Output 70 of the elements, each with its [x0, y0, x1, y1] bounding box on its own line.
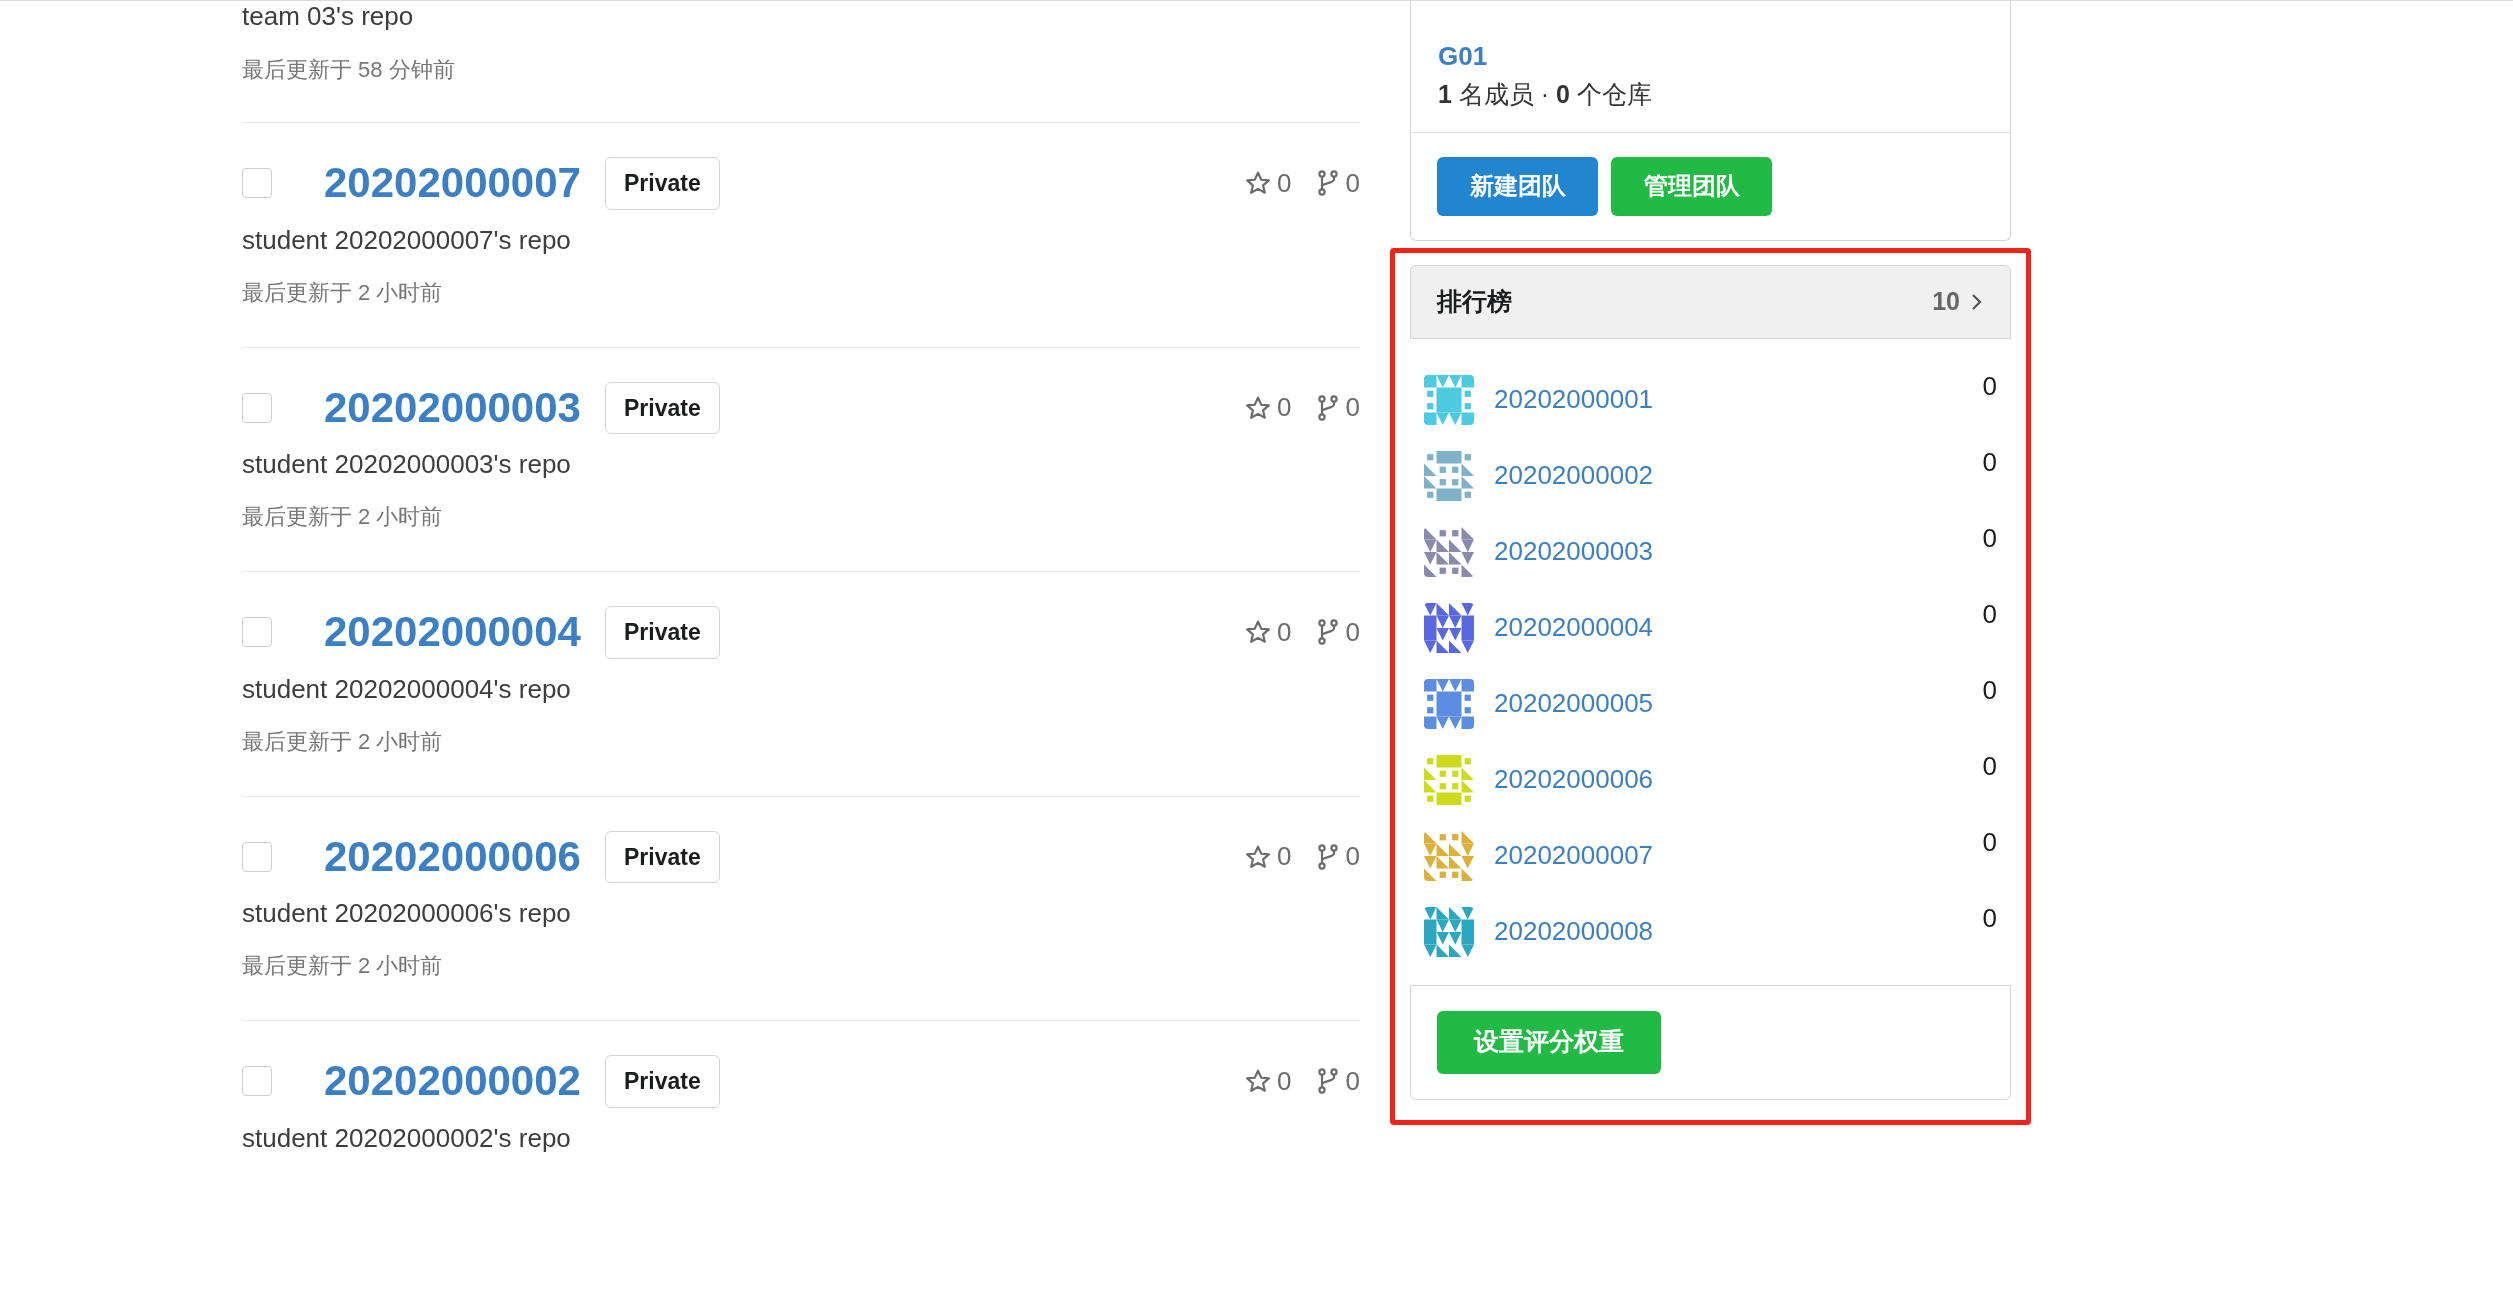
updated-time: 最后更新于 58 分钟前 [242, 56, 456, 84]
member-score: 0 [1982, 901, 1997, 935]
fork-count: 0 [1345, 391, 1360, 425]
checkbox[interactable] [242, 1066, 272, 1097]
member-link[interactable]: 20202000005 [1494, 684, 1654, 723]
fork-count: 0 [1345, 166, 1360, 200]
member-score: 0 [1982, 369, 1997, 403]
fork-count: 0 [1345, 1064, 1360, 1098]
repo-description: team 03's repo [242, 1, 415, 31]
repo-name-link[interactable]: 20202000007 [324, 162, 581, 205]
member-link[interactable]: 20202000007 [1494, 836, 1654, 875]
repo-description: student 20202000006's repo [242, 897, 572, 929]
fork-icon [1315, 843, 1340, 870]
member-link[interactable]: 20202000002 [1494, 456, 1654, 495]
team-summary: 1 名成员 · 0 个仓库 [1438, 79, 1653, 110]
star-icon [1245, 619, 1272, 646]
star-icon [1245, 1068, 1272, 1095]
member-link[interactable]: 20202000006 [1494, 760, 1654, 799]
checkbox[interactable] [242, 841, 272, 872]
fork-icon [1315, 619, 1340, 646]
team-button[interactable]: 新建团队 [1437, 156, 1598, 216]
member-link[interactable]: 20202000004 [1494, 608, 1654, 647]
updated-time: 最后更新于 2 小时前 [242, 952, 444, 980]
checkbox[interactable] [242, 392, 272, 423]
visibility-label: Private [604, 157, 720, 210]
checkbox[interactable] [242, 617, 272, 648]
visibility-label: Private [604, 606, 720, 659]
visibility-label: Private [604, 830, 720, 883]
star-icon [1245, 843, 1272, 870]
star-count: 0 [1277, 166, 1292, 200]
star-icon [1245, 170, 1272, 197]
member-score: 0 [1982, 597, 1997, 631]
updated-time: 最后更新于 2 小时前 [242, 278, 444, 307]
star-count: 0 [1277, 615, 1292, 649]
repo-description: student 20202000003's repo [242, 448, 572, 480]
fork-count: 0 [1345, 840, 1360, 874]
member-score: 0 [1982, 825, 1997, 859]
repo-name-link[interactable]: 20202000002 [324, 1060, 581, 1103]
fork-icon [1315, 170, 1340, 197]
member-link[interactable]: 20202000001 [1494, 380, 1654, 419]
repo-name-link[interactable]: 20202000004 [324, 611, 581, 654]
repo-description: student 20202000004's repo [242, 672, 572, 705]
member-score: 0 [1982, 521, 1997, 555]
team-button[interactable]: 管理团队 [1611, 156, 1772, 216]
updated-time: 最后更新于 2 小时前 [242, 503, 444, 531]
set-weights-button[interactable]: 设置评分权重 [1437, 1010, 1661, 1074]
updated-time: 最后更新于 2 小时前 [242, 727, 444, 756]
star-count: 0 [1277, 840, 1292, 874]
member-score: 0 [1982, 749, 1997, 783]
chevron-right-icon [1970, 291, 1984, 312]
repo-name-link[interactable]: 20202000003 [324, 386, 581, 429]
member-link[interactable]: 20202000008 [1494, 912, 1654, 951]
repo-description: student 20202000002's repo [242, 1121, 572, 1154]
team-name-link[interactable]: G01 [1438, 37, 1983, 76]
leaderboard-count-link[interactable]: 10 [1932, 282, 1984, 321]
star-count: 0 [1277, 391, 1292, 425]
fork-count: 0 [1345, 615, 1360, 649]
member-link[interactable]: 20202000003 [1494, 532, 1654, 571]
checkbox[interactable] [242, 168, 272, 199]
fork-icon [1315, 394, 1340, 421]
star-count: 0 [1277, 1064, 1292, 1098]
fork-icon [1315, 1068, 1340, 1095]
leaderboard-title: 排行榜 [1437, 285, 1512, 317]
star-icon [1245, 394, 1272, 421]
visibility-label: Private [604, 381, 720, 434]
repo-description: student 20202000007's repo [242, 223, 572, 256]
visibility-label: Private [604, 1055, 720, 1108]
member-score: 0 [1982, 673, 1997, 707]
repo-name-link[interactable]: 20202000006 [324, 835, 581, 878]
member-score: 0 [1982, 445, 1997, 479]
